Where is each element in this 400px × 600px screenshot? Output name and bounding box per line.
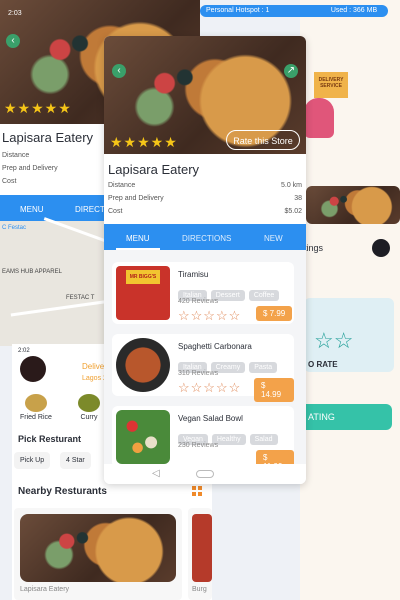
tag: Salad [249,434,278,445]
map-label-town: FESTAC T [66,295,95,301]
tab-directions[interactable]: DIRECTIONS [182,234,231,243]
banner-photo [306,186,400,224]
category-label: Curry [80,414,98,421]
map-label-hub: EAMS HUB APPAREL [2,269,62,275]
menu-item-price[interactable]: $ 7.99 [256,306,293,321]
nearby-card-photo [192,514,212,582]
menu-item-rating[interactable]: ☆☆☆☆☆ [178,308,241,324]
category-fried-rice[interactable]: Fried Rice [20,394,52,421]
scooter-illustration [304,98,334,138]
category-label: Fried Rice [20,414,52,421]
nearby-card-photo [20,514,176,582]
menu-item-name: Spaghetti Carbonara [178,342,252,351]
left-title: Lapisara Eatery [2,130,94,145]
back-button[interactable]: ‹ [6,34,20,48]
info-prep: Prep and Delivery 38 [108,195,302,202]
rating-card: ☆☆ O RATE [304,298,394,372]
system-nav-bar: ◁ [104,464,306,484]
menu-item-photo [116,338,170,392]
store-sign: MR BIGG'S [126,270,160,284]
chip-4star[interactable]: 4 Star [60,452,91,469]
menu-item-reviews: 420 Reviews [178,298,219,305]
left-row-cost: Cost [2,178,17,185]
left-stars: ★★★★★ [4,100,72,116]
nearby-card-title: Lapisara Eatery [20,586,70,593]
left-row-distance: Distance [2,152,30,159]
settings-title: tings [304,243,324,253]
rating-button[interactable]: ATING [300,404,392,430]
rate-store-button[interactable]: Rate this Store [226,130,300,150]
info-label: Cost [108,208,123,215]
menu-item-photo [116,410,170,464]
chip-pickup[interactable]: Pick Up [14,452,51,469]
share-icon[interactable]: ↗ [284,64,298,78]
right-screen: Personal Hotspot : 1 Used : 366 MB DELIV… [200,0,400,600]
menu-item-price[interactable]: $ 14.99 [254,378,294,402]
menu-item-reviews: 230 Reviews [178,442,219,449]
nearby-title: Nearby Resturants [18,486,107,497]
menu-item-photo: MR BIGG'S [116,266,170,320]
info-cost: Cost $5.02 [108,208,302,215]
nearby-card-title: Burg [192,586,207,593]
profile-avatar[interactable] [20,356,46,382]
left-tab-menu[interactable]: MENU [20,205,44,214]
main-screen: ‹ ↗ ★★★★★ Rate this Store Lapisara Eater… [104,36,306,484]
menu-item[interactable]: Vegan Salad Bowl Vegan Healthy Salad 230 R… [112,406,294,474]
left-tab-directions[interactable]: DIRECTI [75,205,107,214]
home-nav-icon[interactable] [196,470,214,478]
menu-item-rating[interactable]: ☆☆☆☆☆ [178,380,241,396]
tabbar: MENU DIRECTIONS NEW [104,224,306,250]
nearby-card[interactable]: Lapisara Eatery [14,508,182,600]
info-label: Distance [108,182,136,189]
grid-view-icon[interactable] [192,486,202,496]
phone-status-time: 2:02 [18,348,30,354]
info-label: Prep and Delivery [108,195,164,202]
left-row-prep: Prep and Delivery [2,165,58,172]
menu-item-reviews: 310 Reviews [178,370,219,377]
info-value: 38 [294,195,302,202]
tag: Coffee [248,290,280,301]
tag: Pasta [249,362,278,373]
menu-item[interactable]: MR BIGG'S Tiramisu Italian Dessert Coffee … [112,262,294,324]
tab-new[interactable]: NEW [264,234,283,243]
info-value: $5.02 [284,208,302,215]
curry-icon [78,394,100,412]
left-status-time: 2:03 [8,10,22,17]
info-value: 5.0 km [280,182,302,189]
back-button[interactable]: ‹ [112,64,126,78]
map-label-festac: C Festac [2,225,27,231]
avatar [372,239,390,257]
menu-item-name: Tiramisu [178,270,209,279]
tab-menu[interactable]: MENU [126,234,150,243]
fried-rice-icon [24,394,47,412]
delivery-sign: DELIVERY SERVICE [314,72,348,98]
info-distance: Distance 5.0 km [108,182,302,189]
nearby-card[interactable]: Burg [188,508,212,600]
main-stars: ★★★★★ [110,134,178,150]
menu-item-name: Vegan Salad Bowl [178,414,243,423]
menu-item[interactable]: Spaghetti Carbonara Italian Creamy Pasta 3… [112,334,294,402]
rate-label: O RATE [308,360,338,369]
pick-title: Pick Resturant [18,434,82,444]
back-nav-icon[interactable]: ◁ [152,468,160,479]
hidden-stars: ☆☆ [314,328,354,353]
data-used-pill: Used : 366 MB [320,5,388,17]
category-curry[interactable]: Curry [78,394,100,421]
page-title: Lapisara Eatery [108,162,200,177]
